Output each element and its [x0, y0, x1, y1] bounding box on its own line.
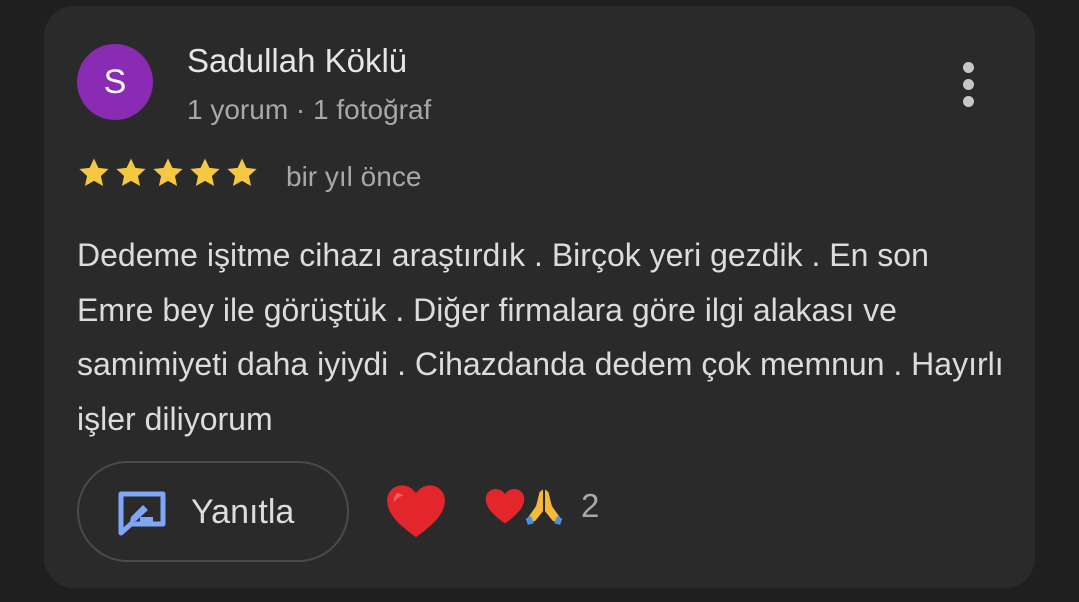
author-name[interactable]: Sadullah Köklü — [187, 42, 407, 80]
star-rating — [77, 156, 259, 190]
red-heart-icon — [485, 488, 525, 524]
reaction-count: 2 — [581, 487, 600, 524]
reply-button[interactable]: Yanıtla — [77, 461, 349, 562]
reply-edit-icon — [118, 491, 166, 536]
folded-hands-icon — [525, 489, 563, 525]
star-icon — [227, 158, 257, 187]
author-meta: 1 yorum · 1 fotoğraf — [187, 94, 432, 125]
more-vert-icon-dot — [962, 78, 974, 90]
react-heart-button[interactable] — [383, 478, 449, 544]
avatar-initial: S — [103, 62, 127, 101]
more-options-button[interactable] — [950, 56, 986, 112]
reply-label: Yanıtla — [191, 493, 295, 531]
star-icon — [79, 158, 109, 187]
star-icon — [153, 158, 183, 187]
star-icon — [116, 158, 146, 187]
avatar[interactable]: S — [77, 44, 153, 120]
more-vert-icon-dot — [962, 95, 974, 107]
reaction-summary[interactable]: 2 — [483, 484, 599, 528]
review-text: Dedeme işitme cihazı araştırdık . Birçok… — [77, 237, 1004, 437]
star-icon — [190, 158, 220, 187]
review-date: bir yıl önce — [286, 161, 422, 192]
more-vert-icon — [962, 61, 974, 73]
review-card: S Sadullah Köklü 1 yorum · 1 fotoğraf bi… — [44, 6, 1035, 588]
